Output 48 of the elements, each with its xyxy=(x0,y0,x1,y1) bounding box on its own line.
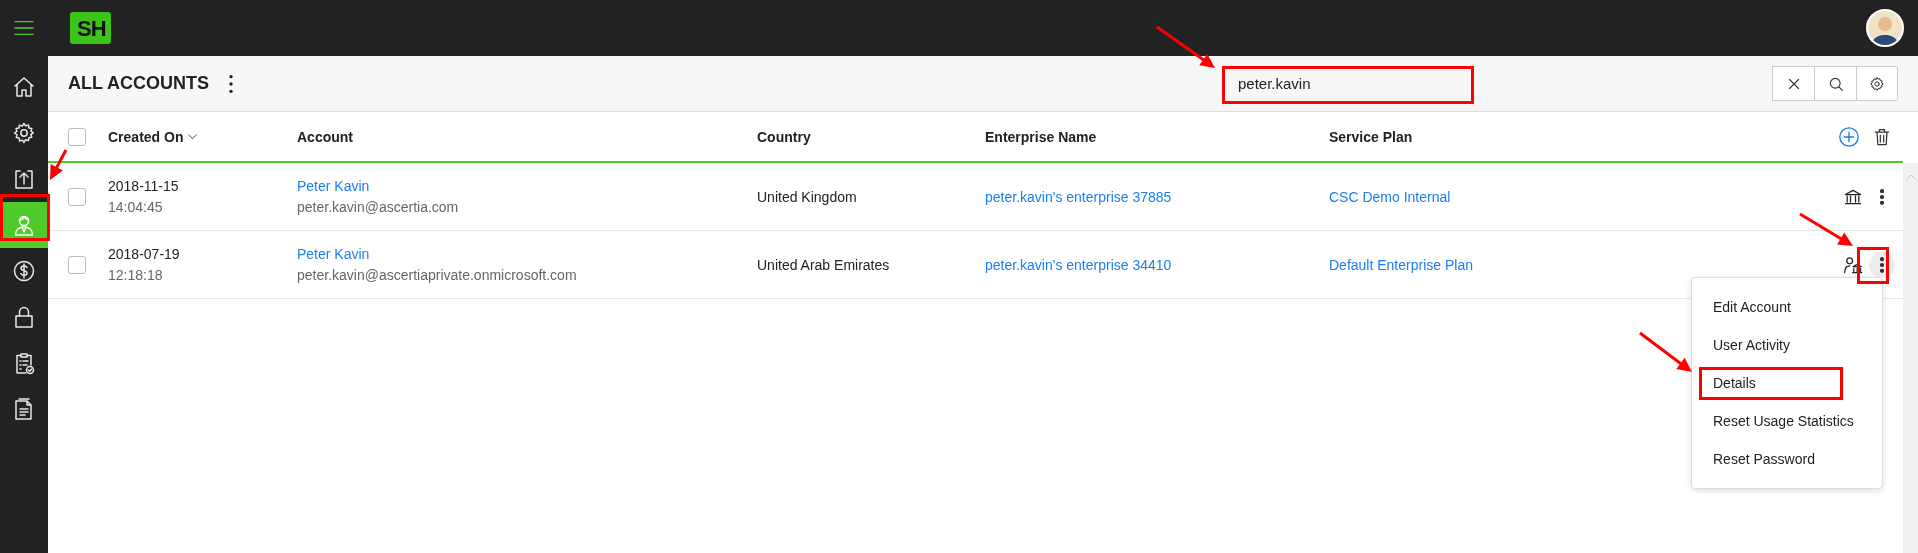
more-icon xyxy=(229,74,233,93)
trash-icon xyxy=(1872,126,1892,147)
lock-icon xyxy=(12,305,36,329)
service-plan-link[interactable]: CSC Demo Internal xyxy=(1329,188,1451,205)
menu-item[interactable]: User Activity xyxy=(1692,326,1882,364)
account-link[interactable]: Peter Kavin xyxy=(297,178,757,194)
plus-circle-icon xyxy=(1838,125,1860,148)
upload-icon xyxy=(12,167,36,191)
user-bank-icon xyxy=(1843,254,1863,275)
scrollbar[interactable] xyxy=(1903,163,1918,553)
settings-icon xyxy=(12,121,36,145)
column-header[interactable]: Created On xyxy=(108,128,184,145)
column-header[interactable]: Enterprise Name xyxy=(985,128,1097,145)
country-text: United Arab Emirates xyxy=(757,256,891,273)
highlight-frame xyxy=(1857,247,1889,284)
user-avatar[interactable] xyxy=(1866,9,1904,47)
app-logo[interactable]: SH xyxy=(70,12,111,44)
select-all-checkbox[interactable] xyxy=(68,127,86,146)
search-field[interactable]: peter.kavin xyxy=(1222,66,1772,101)
menu-item[interactable]: Details xyxy=(1692,364,1882,402)
country-text: United Kingdom xyxy=(757,188,858,205)
column-header[interactable]: Service Plan xyxy=(1329,128,1413,145)
row-checkbox[interactable] xyxy=(68,187,86,206)
service-plan-link[interactable]: Default Enterprise Plan xyxy=(1329,256,1473,273)
settings-button[interactable] xyxy=(1856,66,1898,101)
time-text: 12:18:18 xyxy=(108,267,164,283)
dollar-icon xyxy=(12,259,36,283)
menu-item[interactable]: Reset Password xyxy=(1692,440,1882,478)
enterprise-link[interactable]: peter.kavin's enterprise 37885 xyxy=(985,188,1172,205)
column-header[interactable]: Country xyxy=(757,128,811,145)
page-title: ALL ACCOUNTS xyxy=(68,73,209,94)
email-text: peter.kavin@ascertia.com xyxy=(297,199,460,215)
home-icon xyxy=(12,75,36,99)
search-button[interactable] xyxy=(1814,66,1856,101)
date-text: 2018-11-15 xyxy=(108,178,180,194)
menu-item[interactable]: Edit Account xyxy=(1692,288,1882,326)
settings-icon xyxy=(1869,75,1885,92)
menu-item[interactable]: Reset Usage Statistics xyxy=(1692,402,1882,440)
enterprise-link[interactable]: peter.kavin's enterprise 34410 xyxy=(985,256,1172,273)
time-text: 14:04:45 xyxy=(108,199,164,215)
email-text: peter.kavin@ascertiaprivate.onmicrosoft.com xyxy=(297,267,578,283)
date-text: 2018-07-19 xyxy=(108,246,181,262)
more-button[interactable] xyxy=(1869,251,1895,278)
row-checkbox[interactable] xyxy=(68,255,86,274)
account-link[interactable]: Peter Kavin xyxy=(297,246,757,262)
column-header[interactable]: Account xyxy=(297,128,353,145)
user-icon xyxy=(12,213,36,237)
highlight-frame xyxy=(0,194,50,241)
